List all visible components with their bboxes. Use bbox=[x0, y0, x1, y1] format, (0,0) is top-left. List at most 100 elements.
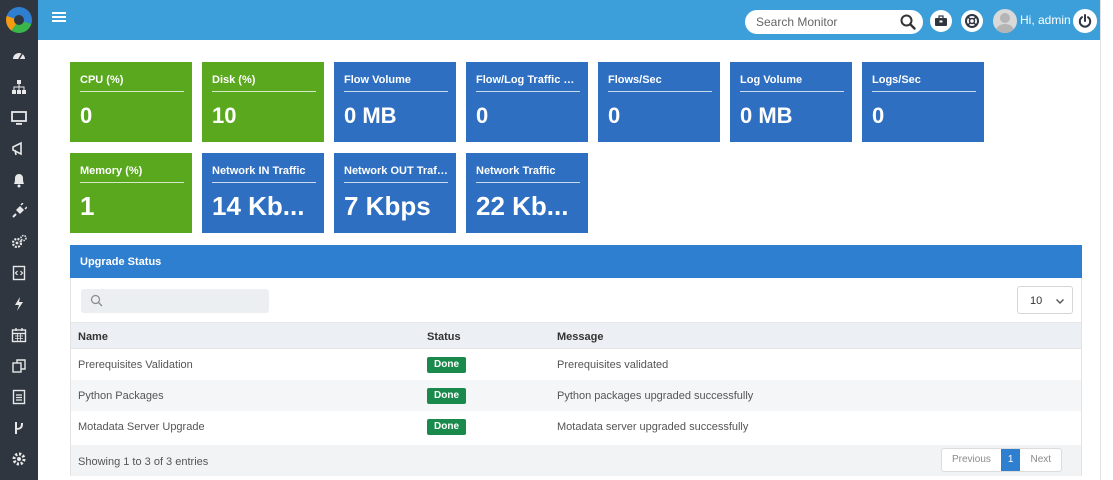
metric-tile-log-volume[interactable]: Log Volume 0 MB bbox=[730, 62, 852, 142]
metric-tile-flow-log-traffic[interactable]: Flow/Log Traffic Us... 0 bbox=[466, 62, 588, 142]
search-icon bbox=[90, 294, 103, 307]
sidebar-item-scripts[interactable] bbox=[0, 257, 38, 288]
tile-value: 1 bbox=[80, 191, 95, 221]
tile-divider bbox=[80, 182, 184, 183]
sidebar-item-automation[interactable] bbox=[0, 226, 38, 257]
metric-tile-network-out[interactable]: Network OUT Traffic 7 Kbps bbox=[334, 153, 456, 233]
metric-tile-network-in[interactable]: Network IN Traffic 14 Kb... bbox=[202, 153, 324, 233]
tile-divider bbox=[212, 182, 316, 183]
tile-divider bbox=[80, 91, 184, 92]
metric-tile-network-traffic[interactable]: Network Traffic 22 Kb... bbox=[466, 153, 588, 233]
table-row: Motadata Server Upgrade Done Motadata se… bbox=[71, 411, 1081, 442]
bolt-icon bbox=[15, 296, 23, 311]
entries-summary: Showing 1 to 3 of 3 entries bbox=[78, 456, 209, 468]
row-name: Python Packages bbox=[78, 390, 164, 402]
settings-icon bbox=[12, 452, 26, 465]
tile-label: Disk (%) bbox=[212, 74, 256, 86]
table-filter-input[interactable] bbox=[81, 289, 241, 313]
status-badge: Done bbox=[427, 388, 466, 404]
cogs-icon bbox=[11, 234, 27, 248]
page-size-value: 10 bbox=[1030, 295, 1043, 307]
metric-tile-memory[interactable]: Memory (%) 1 bbox=[70, 153, 192, 233]
megaphone-icon bbox=[12, 141, 22, 155]
dashboard-icon bbox=[13, 52, 25, 59]
row-name: Prerequisites Validation bbox=[78, 359, 193, 371]
top-bar: Hi, admin bbox=[0, 0, 1100, 40]
tile-divider bbox=[608, 91, 712, 92]
sidebar-item-templates[interactable] bbox=[0, 350, 38, 381]
row-message: Prerequisites validated bbox=[557, 359, 669, 371]
tile-value: 0 bbox=[608, 103, 621, 128]
user-greeting[interactable]: Hi, admin bbox=[1020, 13, 1071, 27]
tile-divider bbox=[476, 182, 580, 183]
upgrade-table: Name Status Message Prerequisites Valida… bbox=[71, 322, 1081, 442]
tile-value: 22 Kb... bbox=[476, 191, 569, 221]
briefcase-button[interactable] bbox=[930, 10, 952, 32]
sidebar-item-plugins[interactable] bbox=[0, 195, 38, 226]
sidebar-item-settings[interactable] bbox=[0, 443, 38, 474]
metric-tile-cpu[interactable]: CPU (%) 0 bbox=[70, 62, 192, 142]
sidebar-item-reports[interactable] bbox=[0, 381, 38, 412]
metric-tile-flow-volume[interactable]: Flow Volume 0 MB bbox=[334, 62, 456, 142]
panel-title: Upgrade Status bbox=[80, 256, 162, 268]
sidebar-item-announcements[interactable] bbox=[0, 133, 38, 164]
briefcase-icon bbox=[935, 15, 947, 26]
logo-icon bbox=[6, 7, 32, 33]
tile-label: Memory (%) bbox=[80, 165, 143, 177]
tile-label: Flow Volume bbox=[344, 74, 412, 86]
help-button[interactable] bbox=[961, 10, 983, 32]
tile-value: 0 bbox=[476, 103, 489, 128]
table-footer: Showing 1 to 3 of 3 entries Previous 1 N… bbox=[71, 445, 1081, 476]
upgrade-status-panel: Upgrade Status 10 Name Status Message Pr… bbox=[70, 245, 1082, 476]
sidebar-item-actions[interactable] bbox=[0, 288, 38, 319]
tile-label: Network IN Traffic bbox=[212, 165, 306, 177]
tile-label: Flow/Log Traffic Us... bbox=[476, 74, 580, 86]
desktop-icon bbox=[11, 110, 27, 125]
tile-value: 14 Kb... bbox=[212, 191, 305, 221]
column-header-name[interactable]: Name bbox=[78, 331, 108, 343]
status-badge: Done bbox=[427, 357, 466, 373]
row-message: Python packages upgraded successfully bbox=[557, 390, 754, 402]
tile-divider bbox=[344, 91, 448, 92]
tile-value: 10 bbox=[212, 103, 237, 128]
sidebar-item-monitors[interactable] bbox=[0, 102, 38, 133]
sidebar-item-topology[interactable] bbox=[0, 71, 38, 102]
column-header-status[interactable]: Status bbox=[427, 331, 461, 343]
hamburger-icon bbox=[52, 12, 66, 22]
tile-divider bbox=[212, 91, 316, 92]
row-message: Motadata server upgraded successfully bbox=[557, 421, 749, 433]
tile-value: 0 MB bbox=[344, 103, 397, 128]
metric-tile-logs-per-sec[interactable]: Logs/Sec 0 bbox=[862, 62, 984, 142]
sidebar-item-alerts[interactable] bbox=[0, 164, 38, 195]
table-filter-box bbox=[81, 289, 269, 313]
menu-toggle-button[interactable] bbox=[52, 11, 68, 27]
user-avatar[interactable] bbox=[993, 9, 1017, 33]
tile-label: Logs/Sec bbox=[872, 74, 921, 86]
panel-header: Upgrade Status bbox=[70, 245, 1082, 278]
sidebar-item-workflow[interactable] bbox=[0, 412, 38, 443]
search-monitor-input[interactable] bbox=[745, 10, 885, 34]
document-icon bbox=[12, 389, 26, 404]
bell-icon bbox=[14, 173, 24, 187]
calendar-icon bbox=[11, 327, 27, 342]
previous-page-button[interactable]: Previous bbox=[942, 449, 1001, 471]
page-edge bbox=[1100, 0, 1113, 480]
plug-icon bbox=[12, 202, 27, 218]
logout-button[interactable] bbox=[1073, 9, 1097, 33]
app-logo[interactable] bbox=[0, 0, 38, 40]
page-size-select[interactable]: 10 bbox=[1017, 286, 1073, 314]
search-icon[interactable] bbox=[899, 13, 917, 31]
sidebar-item-schedule[interactable] bbox=[0, 319, 38, 350]
tile-divider bbox=[476, 91, 580, 92]
tile-value: 7 Kbps bbox=[344, 191, 431, 221]
metric-tile-disk[interactable]: Disk (%) 10 bbox=[202, 62, 324, 142]
next-page-button[interactable]: Next bbox=[1020, 449, 1061, 471]
metric-tile-flows-per-sec[interactable]: Flows/Sec 0 bbox=[598, 62, 720, 142]
search-monitor-box bbox=[745, 10, 923, 34]
page-1-button[interactable]: 1 bbox=[1000, 449, 1021, 471]
table-header: Name Status Message bbox=[71, 322, 1081, 349]
sidebar-item-dashboard[interactable] bbox=[0, 40, 38, 71]
pagination: Previous 1 Next bbox=[941, 448, 1063, 472]
column-header-message[interactable]: Message bbox=[557, 331, 603, 343]
chevron-down-icon bbox=[1056, 299, 1064, 304]
